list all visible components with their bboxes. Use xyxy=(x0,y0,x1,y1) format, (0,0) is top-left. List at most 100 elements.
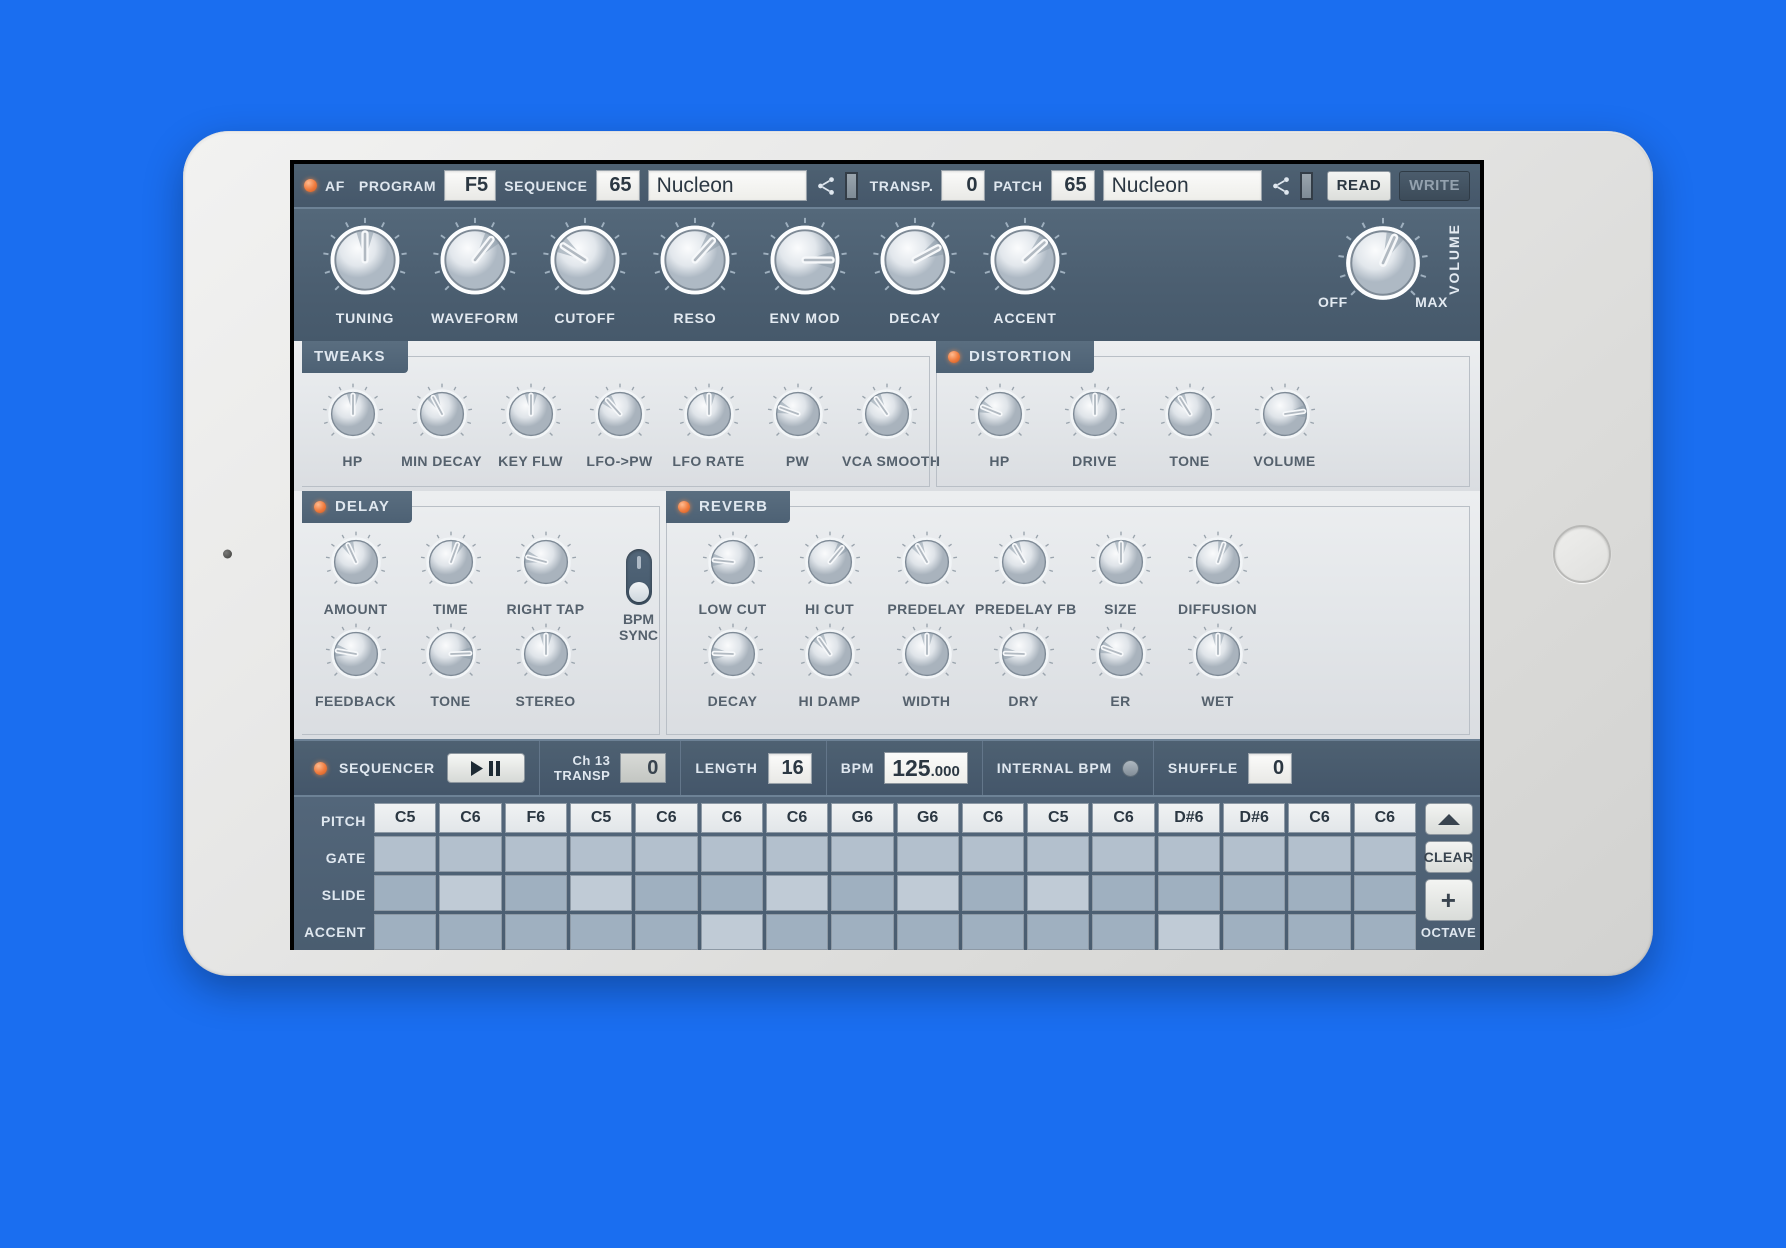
accent-cell[interactable] xyxy=(831,914,894,950)
knob-dial[interactable] xyxy=(878,531,975,598)
slide-cell[interactable] xyxy=(765,875,829,911)
gate-cell[interactable] xyxy=(896,836,959,872)
knob-env-mod[interactable]: ENV MOD xyxy=(750,217,860,326)
accent-cell[interactable] xyxy=(1027,914,1090,950)
knob-hi-cut[interactable]: HI CUT xyxy=(781,531,878,617)
knob-amount[interactable]: AMOUNT xyxy=(308,531,403,617)
slide-cell[interactable] xyxy=(1353,875,1416,911)
pitch-cell[interactable]: C5 xyxy=(569,803,633,833)
knob-drive[interactable]: DRIVE xyxy=(1047,383,1142,469)
bpm-field[interactable]: 125.000 xyxy=(884,752,968,784)
clear-button[interactable]: CLEAR xyxy=(1424,841,1473,873)
knob-dial[interactable] xyxy=(420,217,530,308)
program-value-field[interactable]: F5 xyxy=(444,170,497,201)
accent-cell[interactable] xyxy=(1157,914,1221,950)
knob-dial[interactable] xyxy=(750,217,860,308)
accent-cell[interactable] xyxy=(765,914,829,950)
knob-reso[interactable]: RESO xyxy=(640,217,750,326)
sequencer-led-icon[interactable] xyxy=(314,761,327,775)
slide-cell[interactable] xyxy=(635,875,698,911)
knob-dial[interactable] xyxy=(970,217,1080,308)
knob-dial[interactable] xyxy=(403,531,498,598)
internal-bpm-toggle[interactable] xyxy=(1121,759,1139,777)
knob-hi-damp[interactable]: HI DAMP xyxy=(781,623,878,709)
gate-cell[interactable] xyxy=(831,836,894,872)
gate-cell[interactable] xyxy=(635,836,698,872)
pitch-cell[interactable]: C6 xyxy=(1092,803,1155,833)
gate-cell[interactable] xyxy=(1288,836,1351,872)
accent-cell[interactable] xyxy=(896,914,959,950)
gate-cell[interactable] xyxy=(765,836,829,872)
knob-hp[interactable]: HP xyxy=(952,383,1047,469)
accent-cell[interactable] xyxy=(439,914,502,950)
knob-dial[interactable] xyxy=(878,623,975,690)
knob-low-cut[interactable]: LOW CUT xyxy=(684,531,781,617)
gate-cell[interactable] xyxy=(504,836,567,872)
patch-slot-toggle[interactable] xyxy=(1299,171,1313,200)
knob-dial[interactable] xyxy=(1142,383,1237,450)
pitch-cell[interactable]: D#6 xyxy=(1223,803,1286,833)
sequencer-transpose-field[interactable]: 0 xyxy=(620,753,667,783)
accent-cell[interactable] xyxy=(961,914,1025,950)
knob-dial[interactable] xyxy=(1047,383,1142,450)
pitch-cell[interactable]: C6 xyxy=(439,803,502,833)
knob-stereo[interactable]: STEREO xyxy=(498,623,593,709)
sequence-number-field[interactable]: 65 xyxy=(595,170,640,201)
knob-waveform[interactable]: WAVEFORM xyxy=(420,217,530,326)
share-icon[interactable] xyxy=(815,175,837,197)
length-field[interactable]: 16 xyxy=(767,752,812,784)
sequence-name-field[interactable]: Nucleon xyxy=(647,170,807,201)
share-icon-patch[interactable] xyxy=(1270,175,1292,197)
knob-dial[interactable] xyxy=(310,217,420,308)
slide-cell[interactable] xyxy=(374,875,437,911)
knob-dial[interactable] xyxy=(684,623,781,690)
knob-decay[interactable]: DECAY xyxy=(860,217,970,326)
slide-cell[interactable] xyxy=(961,875,1025,911)
pitch-cell[interactable]: D#6 xyxy=(1157,803,1221,833)
patch-name-field[interactable]: Nucleon xyxy=(1102,170,1262,201)
gate-cell[interactable] xyxy=(569,836,633,872)
knob-accent[interactable]: ACCENT xyxy=(970,217,1080,326)
knob-hp[interactable]: HP xyxy=(308,383,397,469)
slide-cell[interactable] xyxy=(1027,875,1090,911)
slide-cell[interactable] xyxy=(504,875,567,911)
write-button[interactable]: WRITE xyxy=(1399,170,1470,201)
gate-cell[interactable] xyxy=(700,836,763,872)
knob-size[interactable]: SIZE xyxy=(1072,531,1169,617)
knob-feedback[interactable]: FEEDBACK xyxy=(308,623,403,709)
knob-dial[interactable] xyxy=(860,217,970,308)
pitch-cell[interactable]: C6 xyxy=(700,803,763,833)
slide-cell[interactable] xyxy=(1288,875,1351,911)
knob-dial[interactable] xyxy=(781,623,878,690)
knob-vca-smooth[interactable]: VCA SMOOTH xyxy=(842,383,940,469)
gate-cell[interactable] xyxy=(1027,836,1090,872)
knob-dry[interactable]: DRY xyxy=(975,623,1072,709)
distortion-led-icon[interactable] xyxy=(948,350,960,363)
knob-tuning[interactable]: TUNING xyxy=(310,217,420,326)
accent-cell[interactable] xyxy=(374,914,437,950)
gate-cell[interactable] xyxy=(1157,836,1221,872)
pitch-cell[interactable]: C6 xyxy=(765,803,829,833)
pitch-cell[interactable]: C5 xyxy=(374,803,437,833)
knob-lfo-rate[interactable]: LFO RATE xyxy=(664,383,753,469)
knob-dial[interactable] xyxy=(397,383,486,450)
knob-dial[interactable] xyxy=(684,531,781,598)
knob-dial[interactable] xyxy=(952,383,1047,450)
pitch-cell[interactable]: F6 xyxy=(504,803,567,833)
delay-led-icon[interactable] xyxy=(314,500,326,513)
knob-dial[interactable] xyxy=(640,217,750,308)
knob-time[interactable]: TIME xyxy=(403,531,498,617)
pitch-cell[interactable]: C5 xyxy=(1027,803,1090,833)
knob-dial[interactable] xyxy=(308,623,403,690)
knob-dial[interactable] xyxy=(1237,383,1332,450)
knob-dial[interactable] xyxy=(498,531,593,598)
knob-dial[interactable] xyxy=(781,531,878,598)
slide-cell[interactable] xyxy=(1223,875,1286,911)
knob-dial[interactable] xyxy=(975,531,1072,598)
shuffle-field[interactable]: 0 xyxy=(1248,752,1293,784)
knob-diffusion[interactable]: DIFFUSION xyxy=(1169,531,1266,617)
knob-pw[interactable]: PW xyxy=(753,383,842,469)
pitch-cell[interactable]: C6 xyxy=(961,803,1025,833)
slide-cell[interactable] xyxy=(831,875,894,911)
gate-cell[interactable] xyxy=(961,836,1025,872)
